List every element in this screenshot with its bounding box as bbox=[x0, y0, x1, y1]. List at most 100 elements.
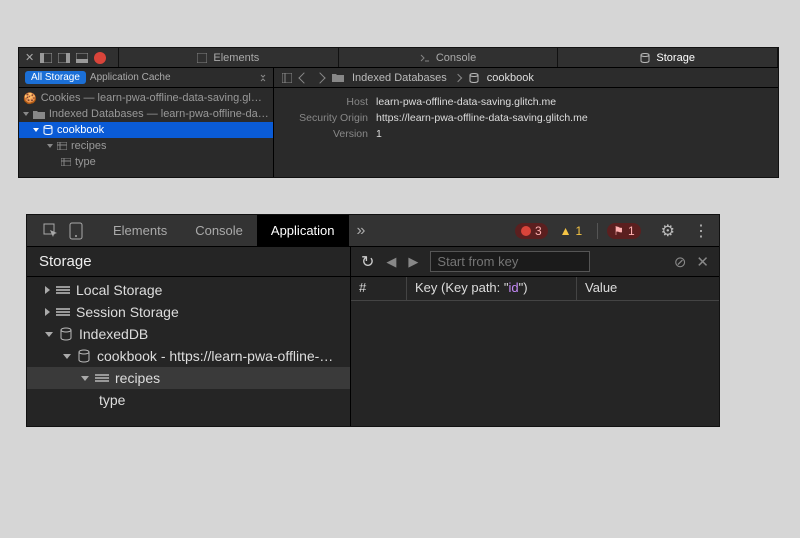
nav-back-icon[interactable] bbox=[298, 72, 309, 83]
store-icon bbox=[95, 374, 109, 382]
close-icon[interactable]: ✕ bbox=[25, 51, 34, 64]
chrome-devtools: Elements Console Application » 3 ▲1 ⚑1 ⚙… bbox=[26, 214, 720, 427]
more-tabs-icon[interactable]: » bbox=[349, 222, 374, 240]
chrome-storage-tree: Local Storage Session Storage IndexedDB … bbox=[27, 277, 351, 426]
tab-storage[interactable]: Storage bbox=[558, 48, 778, 67]
database-icon bbox=[59, 327, 73, 341]
tree-index-type[interactable]: type bbox=[19, 154, 273, 170]
tab-label: Console bbox=[195, 223, 243, 238]
folder-icon bbox=[332, 73, 344, 82]
dock-right-icon[interactable] bbox=[58, 53, 70, 63]
disclosure-closed-icon bbox=[45, 308, 50, 316]
database-icon bbox=[469, 73, 479, 83]
folder-icon bbox=[33, 110, 45, 119]
breadcrumb-db[interactable]: cookbook bbox=[487, 72, 534, 84]
disclosure-open-icon bbox=[47, 144, 53, 148]
disclosure-open-icon bbox=[33, 128, 39, 132]
key-search-input[interactable] bbox=[430, 251, 590, 272]
issues-badge[interactable]: ⚑1 bbox=[607, 223, 640, 239]
error-icon bbox=[521, 226, 531, 236]
tree-label: IndexedDB bbox=[79, 326, 148, 342]
col-index[interactable]: # bbox=[351, 277, 407, 300]
tree-label: Local Storage bbox=[76, 282, 162, 298]
tree-indexeddb[interactable]: IndexedDB bbox=[27, 323, 350, 345]
flag-icon: ⚑ bbox=[613, 224, 624, 238]
divider bbox=[597, 223, 598, 239]
storage-icon bbox=[56, 286, 70, 294]
tree-label: recipes bbox=[115, 370, 160, 386]
tree-index-type[interactable]: type bbox=[27, 389, 350, 411]
chrome-toolbar: Storage ↻ ◀ ▶ ⊘ ✕ bbox=[27, 247, 719, 277]
kebab-menu-icon[interactable]: ⋮ bbox=[683, 221, 719, 241]
storage-icon bbox=[640, 53, 650, 63]
tree-label: recipes bbox=[71, 140, 106, 152]
detail-val: learn-pwa-offline-data-saving.glitch.me bbox=[376, 94, 556, 110]
filter-all-storage[interactable]: All Storage bbox=[25, 71, 86, 84]
prev-icon[interactable]: ◀ bbox=[386, 254, 396, 270]
detail-key: Host bbox=[284, 94, 368, 110]
close-icon[interactable]: ✕ bbox=[696, 253, 709, 271]
tree-label: cookbook - https://learn-pwa-offline-… bbox=[97, 348, 333, 364]
refresh-icon[interactable]: ↻ bbox=[361, 252, 374, 272]
tree-db-cookbook[interactable]: cookbook bbox=[19, 122, 273, 138]
next-icon[interactable]: ▶ bbox=[408, 254, 418, 270]
tab-label: Storage bbox=[656, 52, 695, 64]
tab-application[interactable]: Application bbox=[257, 215, 349, 247]
chrome-data-table: # Key (Key path: "id") Value bbox=[351, 277, 719, 426]
safari-toolbar: All Storage Application Cache Indexed Da… bbox=[19, 68, 778, 88]
storage-icon bbox=[56, 308, 70, 316]
detail-key: Version bbox=[284, 126, 368, 142]
table-header: # Key (Key path: "id") Value bbox=[351, 277, 719, 301]
tab-label: Application bbox=[271, 223, 335, 238]
tab-label: Console bbox=[436, 52, 476, 64]
tree-session-storage[interactable]: Session Storage bbox=[27, 301, 350, 323]
disclosure-closed-icon bbox=[45, 286, 50, 294]
inspect-icon[interactable] bbox=[43, 223, 59, 239]
cookie-icon: 🍪 bbox=[23, 92, 37, 105]
breadcrumb-sep-icon bbox=[454, 73, 462, 81]
detail-val: https://learn-pwa-offline-data-saving.gl… bbox=[376, 110, 588, 126]
safari-window-controls: ✕ bbox=[19, 48, 119, 67]
tab-console[interactable]: Console bbox=[339, 48, 559, 67]
breadcrumb-group[interactable]: Indexed Databases bbox=[352, 72, 447, 84]
disclosure-open-icon bbox=[23, 112, 29, 116]
tab-console[interactable]: Console bbox=[181, 215, 257, 247]
dock-bottom-icon[interactable] bbox=[76, 53, 88, 63]
database-icon bbox=[43, 125, 53, 135]
safari-detail-pane: Host learn-pwa-offline-data-saving.glitch… bbox=[274, 88, 778, 177]
nav-fwd-icon[interactable] bbox=[314, 72, 325, 83]
tab-label: Elements bbox=[213, 52, 259, 64]
chrome-tabbar: Elements Console Application » 3 ▲1 ⚑1 ⚙… bbox=[27, 215, 719, 247]
device-icon[interactable] bbox=[69, 222, 83, 240]
sidebar-toggle-icon[interactable] bbox=[282, 73, 292, 83]
tree-store-recipes[interactable]: recipes bbox=[27, 367, 350, 389]
tree-idb-group[interactable]: Indexed Databases — learn-pwa-offline-da… bbox=[19, 106, 273, 122]
table-icon bbox=[61, 158, 71, 166]
tree-local-storage[interactable]: Local Storage bbox=[27, 279, 350, 301]
error-badge-icon[interactable] bbox=[94, 52, 106, 64]
detail-val: 1 bbox=[376, 126, 382, 142]
error-count-badge[interactable]: 3 bbox=[515, 223, 548, 239]
tree-label: Session Storage bbox=[76, 304, 179, 320]
dock-left-icon[interactable] bbox=[40, 53, 52, 63]
collapse-icon[interactable] bbox=[259, 74, 267, 82]
tree-label: Cookies — learn-pwa-offline-data-saving.… bbox=[41, 92, 262, 104]
warning-count-badge[interactable]: ▲1 bbox=[554, 223, 589, 239]
safari-storage-tree: 🍪 Cookies — learn-pwa-offline-data-savin… bbox=[19, 88, 274, 177]
clear-icon[interactable]: ⊘ bbox=[674, 253, 687, 271]
disclosure-open-icon bbox=[81, 376, 89, 381]
tab-elements[interactable]: Elements bbox=[99, 215, 181, 247]
tree-label: type bbox=[99, 392, 125, 408]
safari-tabbar: ✕ Elements Console Storage bbox=[19, 48, 778, 68]
settings-icon[interactable]: ⚙ bbox=[653, 221, 683, 241]
safari-devtools: ✕ Elements Console Storage All Storage A… bbox=[18, 47, 779, 178]
tree-store-recipes[interactable]: recipes bbox=[19, 138, 273, 154]
table-icon bbox=[57, 142, 67, 150]
col-value[interactable]: Value bbox=[577, 277, 719, 300]
detail-key: Security Origin bbox=[284, 110, 368, 126]
tab-elements[interactable]: Elements bbox=[119, 48, 339, 67]
tree-cookies[interactable]: 🍪 Cookies — learn-pwa-offline-data-savin… bbox=[19, 90, 273, 106]
filter-app-cache[interactable]: Application Cache bbox=[90, 72, 171, 83]
col-key[interactable]: Key (Key path: "id") bbox=[407, 277, 577, 300]
tree-db-cookbook[interactable]: cookbook - https://learn-pwa-offline-… bbox=[27, 345, 350, 367]
